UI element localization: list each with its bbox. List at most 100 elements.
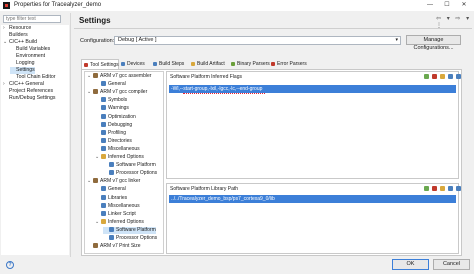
sidebar-item-label: C/C++ General <box>9 81 44 87</box>
tool-icon <box>93 89 98 95</box>
sidebar-item[interactable]: Build Variables <box>10 46 50 53</box>
add-icon[interactable] <box>424 186 429 191</box>
sidebar-item[interactable]: Tool Chain Editor <box>10 74 56 81</box>
move-up-icon[interactable] <box>448 186 453 191</box>
minimize-button[interactable]: — <box>424 1 436 10</box>
tree-item[interactable]: Miscellaneous <box>95 202 140 210</box>
tree-item[interactable]: Profiling <box>95 129 127 137</box>
back-icon[interactable]: ⇦ <box>436 15 441 22</box>
edit-icon[interactable] <box>440 186 445 191</box>
move-down-icon[interactable] <box>456 186 461 191</box>
sidebar-item[interactable]: Settings <box>10 67 35 74</box>
folder-icon <box>101 154 106 159</box>
forward-icon[interactable]: ⇨ <box>455 15 460 22</box>
pane-splitter[interactable] <box>70 13 71 257</box>
tab-label: Error Parsers <box>277 61 307 67</box>
tree-item-label: Warnings <box>108 105 129 112</box>
tree-item[interactable]: Processor Options <box>103 235 157 242</box>
tree-item[interactable]: ⌄ ARM v7 gcc compiler <box>87 89 147 96</box>
tool-icon <box>93 73 98 78</box>
tree-item[interactable]: ⌄ Inferred Options <box>95 154 144 161</box>
cancel-button[interactable]: Cancel <box>433 259 470 270</box>
tab-label: Devices <box>127 61 145 67</box>
manage-configurations-button[interactable]: Manage Configurations... <box>406 35 461 51</box>
tab[interactable]: Build Artifact <box>189 59 229 69</box>
move-up-icon[interactable] <box>448 74 453 79</box>
sidebar-item-label: Logging <box>16 60 35 66</box>
tab[interactable]: Devices <box>119 59 151 69</box>
help-icon[interactable]: ? <box>6 261 14 269</box>
list-item[interactable]: ../../Tracealyzer_demo_bsp/ps7_cortexa9_… <box>169 195 456 203</box>
tab[interactable]: Build Steps <box>151 59 189 69</box>
list-item[interactable]: -Wl,--start-group,-lxil,-lgcc,-lc,--end-… <box>169 85 456 94</box>
maximize-button[interactable]: ☐ <box>441 1 453 10</box>
opt-icon <box>101 121 106 127</box>
sidebar-item[interactable]: Builders <box>3 32 28 39</box>
tree-item[interactable]: Debugging <box>95 121 132 129</box>
sidebar-item[interactable]: Environment <box>10 53 45 60</box>
tree-item[interactable]: Software Platform <box>103 162 156 169</box>
forward-menu-icon[interactable]: ▾ <box>466 15 469 22</box>
configuration-value: Debug [ Active ] <box>118 37 157 43</box>
edit-icon[interactable] <box>440 74 445 79</box>
tree-item[interactable]: Warnings <box>95 105 129 112</box>
tree-item[interactable]: General <box>95 186 126 193</box>
sidebar-item-label: Build Variables <box>16 46 51 52</box>
sidebar-item[interactable]: Project References <box>3 88 53 95</box>
tree-item-label: Linker Script <box>108 210 136 217</box>
tree-item[interactable]: ⌄ ARM v7 gcc assembler <box>87 73 151 80</box>
opt-icon <box>101 137 106 143</box>
delete-icon[interactable] <box>432 186 437 191</box>
tab[interactable]: Error Parsers <box>269 59 307 69</box>
close-button[interactable]: ✕ <box>458 1 470 10</box>
sidebar-item[interactable]: › Resource <box>3 25 31 32</box>
library-path-title: Software Platform Library Path <box>170 186 239 192</box>
move-down-icon[interactable] <box>456 74 461 79</box>
tree-item[interactable]: Processor Options <box>103 170 157 177</box>
tree-item[interactable]: Directories <box>95 137 132 145</box>
tree-item-label: Miscellaneous <box>108 202 140 209</box>
library-path-value: ../../Tracealyzer_demo_bsp/ps7_cortexa9_… <box>171 196 275 202</box>
navigation-toolbar: ⇦ ▾ ⇨ ▾ ⋮ <box>432 15 474 29</box>
tree-item-label: ARM v7 gcc assembler <box>100 73 152 79</box>
tab-icon <box>231 62 235 66</box>
delete-icon[interactable] <box>432 74 437 79</box>
sidebar-item[interactable]: › C/C++ General <box>3 81 44 88</box>
opt-icon <box>101 186 106 192</box>
inferred-flags-title: Software Platform Inferred Flags <box>170 74 242 80</box>
folder-icon <box>101 218 106 224</box>
add-icon[interactable] <box>424 74 429 79</box>
tree-item[interactable]: Libraries <box>95 194 128 202</box>
tree-item-label: Miscellaneous <box>108 145 140 152</box>
tree-item[interactable]: Software Platform <box>103 226 156 234</box>
opt-icon <box>101 105 106 111</box>
sidebar-item[interactable]: Run/Debug Settings <box>3 95 55 102</box>
tree-item[interactable]: Optimization <box>95 113 136 121</box>
tree-item[interactable]: Miscellaneous <box>95 145 140 153</box>
tree-item[interactable]: ⌄ Inferred Options <box>95 218 144 226</box>
tree-item-label: General <box>108 81 126 88</box>
tree-item[interactable]: Symbols <box>95 97 127 104</box>
tree-item[interactable]: General <box>95 81 126 88</box>
back-menu-icon[interactable]: ▾ <box>447 15 450 22</box>
sidebar-item-label: Run/Debug Settings <box>9 95 56 101</box>
tree-item-label: Libraries <box>108 194 128 201</box>
tab[interactable]: Tool Settings <box>81 59 119 69</box>
tab-icon <box>153 62 157 66</box>
spellcheck-underline <box>183 92 265 94</box>
tree-item-label: Processor Options <box>116 170 158 177</box>
ok-button[interactable]: OK <box>392 259 429 270</box>
tree-item[interactable]: ARM v7 Print Size <box>87 243 141 250</box>
tree-item-label: Software Platform <box>116 226 156 233</box>
tree-item[interactable]: Linker Script <box>95 210 136 218</box>
sidebar-item-label: Resource <box>9 25 32 31</box>
filter-input[interactable] <box>3 15 61 23</box>
tree-item[interactable]: ⌄ ARM v7 gcc linker <box>87 178 140 185</box>
tree-item-label: Profiling <box>108 129 127 136</box>
tab[interactable]: Binary Parsers <box>229 59 270 69</box>
sidebar-item[interactable]: Logging <box>10 60 34 67</box>
sidebar-item[interactable]: ⌄ C/C++ Build <box>3 39 37 46</box>
opt-icon <box>109 226 114 232</box>
configuration-select[interactable]: Debug [ Active ] ▾ <box>114 36 401 45</box>
app-logo-icon <box>3 2 10 9</box>
